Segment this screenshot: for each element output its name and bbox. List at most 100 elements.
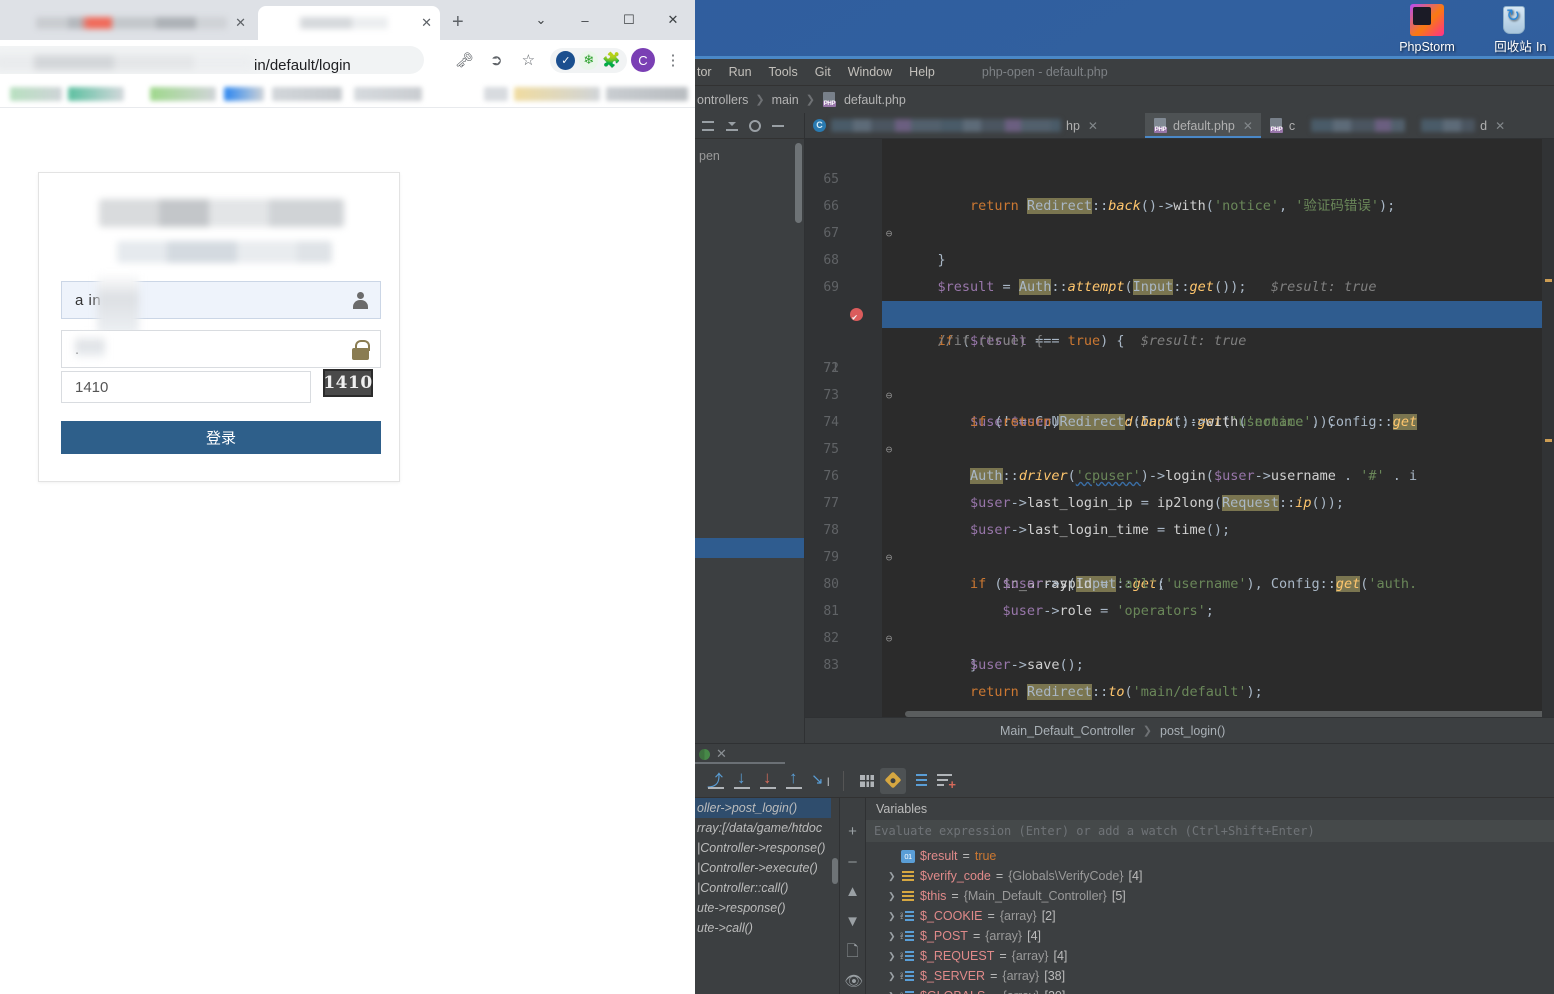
evaluate-expression-input[interactable]: Evaluate expression (Enter) or add a wat… [866,820,1554,842]
menu-item-run[interactable]: Run [729,65,752,79]
breadcrumb-item-file[interactable]: default.php [844,93,906,107]
login-submit-button[interactable]: 登录 [61,421,381,454]
frame-row[interactable]: ute->call() [695,918,839,938]
close-icon[interactable]: ✕ [1495,119,1505,133]
chevron-right-icon[interactable]: ❯ [888,866,896,886]
chevron-right-icon[interactable]: ❯ [888,986,896,994]
captcha-input[interactable]: 1410 [61,371,311,403]
show-constants-icon[interactable] [880,767,906,794]
close-icon[interactable]: ✕ [421,15,432,31]
share-icon[interactable]: ➲ [482,46,510,74]
variable-row[interactable]: ❯ $GLOBALS = {array} [20] [866,986,1554,994]
frame-row[interactable]: ute->response() [695,898,839,918]
expand-all-icon[interactable] [725,119,739,133]
variable-row[interactable]: ❯ $_POST = {array} [4] [866,926,1554,948]
breadcrumb-method[interactable]: post_login() [1160,724,1225,738]
view-as-table-icon[interactable] [854,768,880,794]
menu-item-help[interactable]: Help [909,65,935,79]
maximize-button[interactable]: ☐ [607,0,651,40]
bookmark-item[interactable] [224,87,264,101]
chevron-right-icon[interactable]: ❯ [888,966,896,986]
add-watch-icon[interactable] [932,768,958,794]
project-tree-root[interactable]: pen [695,147,804,165]
move-up-icon[interactable]: ▲ [845,884,861,900]
chevron-right-icon[interactable]: ❯ [888,926,896,946]
browser-tab-2-active[interactable]: ✕ [258,6,440,40]
bookmark-star-icon[interactable]: ☆ [514,46,542,74]
chevron-right-icon[interactable]: ❯ [888,906,896,926]
editor-marker-strip[interactable] [1542,139,1554,717]
password-input[interactable]: . [61,330,381,368]
editor-tab-blurred-1[interactable]: C hp ✕ [805,113,1145,138]
breadcrumb-item-main[interactable]: main [772,93,799,107]
extension-green-icon[interactable]: ❄ [579,50,599,70]
chevron-right-icon[interactable]: ❯ [888,886,896,906]
close-icon[interactable]: ✕ [235,15,246,31]
move-down-icon[interactable]: ▼ [845,914,861,930]
step-into-icon[interactable] [729,768,755,794]
show-numeric-icon[interactable] [906,768,932,794]
project-panel-scrollbar[interactable] [795,143,802,223]
menu-item-refactor[interactable]: tor [697,65,712,79]
menu-item-tools[interactable]: Tools [769,65,798,79]
project-tree[interactable]: pen [695,139,804,165]
frame-row[interactable]: rray:[/data/game/htdoc [695,818,839,838]
bookmark-item[interactable] [272,87,342,101]
editor-tab-c[interactable]: PHP c [1261,113,1303,138]
bookmark-item[interactable] [484,87,508,101]
variable-row[interactable]: ❯ $_COOKIE = {array} [2] [866,906,1554,928]
close-button[interactable]: ✕ [651,0,695,40]
bookmark-item[interactable] [150,87,216,101]
new-tab-button[interactable]: + [452,12,464,32]
more-vert-icon[interactable]: ⋮ [659,46,687,74]
copy-icon[interactable]: 🗋 [845,944,861,960]
bookmarks-bar[interactable] [0,80,695,108]
close-icon[interactable]: ✕ [716,746,727,762]
puzzle-icon[interactable]: 🧩 [602,51,621,69]
menu-item-window[interactable]: Window [848,65,892,79]
profile-avatar[interactable]: C [631,48,655,72]
key-icon[interactable]: 🗝 [450,46,478,74]
extension-shield-icon[interactable]: ✓ [556,50,576,70]
variable-row[interactable]: ❯ 01 $result = true [866,846,1554,866]
bookmark-item[interactable] [68,87,124,101]
close-icon[interactable]: ✕ [1243,119,1253,133]
editor-tab-blurred-3[interactable]: d ✕ [1413,113,1513,138]
breadcrumb-class[interactable]: Main_Default_Controller [1000,724,1135,738]
collapse-all-icon[interactable] [701,119,715,133]
frame-row[interactable]: oller->post_login() [695,798,839,818]
minimize-button[interactable]: – [563,0,607,40]
variable-row[interactable]: ❯ $_REQUEST = {array} [4] [866,946,1554,968]
remove-watch-icon[interactable]: – [845,854,861,870]
code-editor[interactable]: 65 return Redirect::back()->with('notice… [805,139,1554,717]
bookmark-item[interactable] [606,87,688,101]
step-out-icon[interactable] [781,768,807,794]
bookmark-item[interactable] [514,87,600,101]
hide-icon[interactable] [771,119,785,133]
breadcrumb-item-controllers[interactable]: ontrollers [697,93,748,107]
add-watch-icon[interactable]: + [845,824,861,840]
bookmark-item[interactable] [354,87,422,101]
captcha-image[interactable]: 1410 [323,369,373,397]
browser-tab-1[interactable]: ✕ [2,6,254,40]
tab-search-icon[interactable]: ⌄ [519,0,563,40]
frame-row[interactable]: |Controller->response() [695,838,839,858]
bookmark-item[interactable] [10,87,62,101]
breakpoint-icon[interactable] [850,305,863,332]
address-bar[interactable]: hp in/default/login [0,46,424,74]
variable-row[interactable]: ❯ $this = {Main_Default_Controller} [5] [866,886,1554,906]
force-step-into-icon[interactable] [755,768,781,794]
variable-row[interactable]: ❯ $verify_code = {Globals\VerifyCode} [4… [866,866,1554,886]
eye-icon[interactable]: 👁 [845,974,864,990]
gear-icon[interactable] [749,119,761,132]
run-to-cursor-icon[interactable] [807,768,833,794]
editor-horizontal-scrollbar[interactable] [905,711,1546,717]
frame-row[interactable]: |Controller->execute() [695,858,839,878]
step-over-icon[interactable] [703,767,729,794]
menu-item-git[interactable]: Git [815,65,831,79]
editor-tab-default-php[interactable]: PHP default.php ✕ [1145,113,1261,138]
editor-tab-blurred-2[interactable] [1303,113,1413,138]
frames-scrollbar[interactable] [831,798,839,994]
frames-panel[interactable]: oller->post_login() rray:[/data/game/htd… [695,798,840,994]
close-icon[interactable]: ✕ [1088,119,1098,133]
